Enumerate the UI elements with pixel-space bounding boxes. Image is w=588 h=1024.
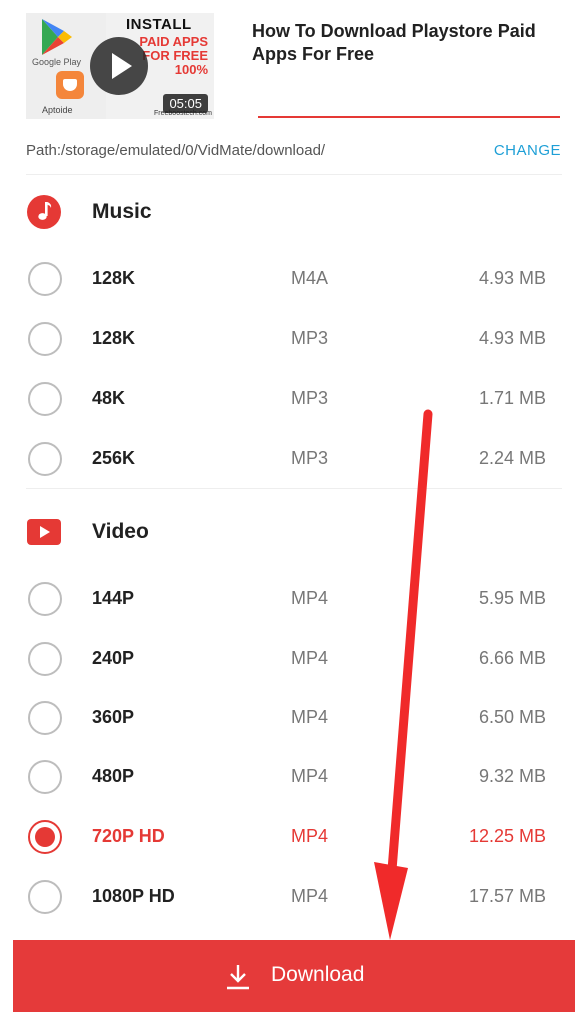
google-play-logo-icon bbox=[42, 19, 72, 55]
quality-label: 256K bbox=[92, 448, 136, 468]
video-thumbnail[interactable]: Google Play Aptoide INSTALL PAID APPS FO… bbox=[26, 13, 214, 119]
music-section-label: Music bbox=[92, 200, 152, 223]
size-label: 6.66 MB bbox=[478, 648, 546, 668]
download-path: Path:/storage/emulated/0/VidMate/downloa… bbox=[26, 142, 326, 159]
radio-button[interactable] bbox=[28, 322, 62, 356]
video-option-row[interactable]: 1080P HD MP4 17.57 MB bbox=[26, 868, 562, 928]
format-label: M4A bbox=[291, 268, 329, 288]
video-option-row[interactable]: 144P MP4 5.95 MB bbox=[26, 570, 562, 630]
size-label: 1.71 MB bbox=[478, 388, 546, 408]
size-label: 17.57 MB bbox=[468, 886, 546, 906]
size-label: 4.93 MB bbox=[478, 328, 546, 348]
radio-button[interactable] bbox=[28, 262, 62, 296]
download-label: Download bbox=[271, 963, 365, 986]
format-label: MP3 bbox=[291, 328, 329, 348]
title-underline bbox=[258, 116, 560, 118]
video-option-row[interactable]: 480P MP4 9.32 MB bbox=[26, 748, 562, 808]
video-header: Google Play Aptoide INSTALL PAID APPS FO… bbox=[0, 0, 588, 130]
format-label: MP4 bbox=[291, 648, 329, 668]
divider bbox=[26, 174, 562, 175]
format-label: MP4 bbox=[291, 707, 329, 727]
play-icon[interactable] bbox=[90, 37, 148, 95]
size-label: 4.93 MB bbox=[478, 268, 546, 288]
format-label: MP4 bbox=[291, 826, 329, 846]
divider bbox=[26, 488, 562, 489]
thumbnail-headline: INSTALL bbox=[126, 16, 192, 33]
music-option-row[interactable]: 48K MP3 1.71 MB bbox=[26, 370, 562, 430]
music-option-row[interactable]: 128K M4A 4.93 MB bbox=[26, 250, 562, 310]
format-label: MP4 bbox=[291, 588, 329, 608]
radio-button[interactable] bbox=[28, 582, 62, 616]
quality-label: 480P bbox=[92, 766, 135, 786]
music-note-icon bbox=[27, 195, 61, 229]
size-label: 12.25 MB bbox=[468, 826, 546, 846]
radio-button[interactable] bbox=[28, 760, 62, 794]
video-title: How To Download Playstore Paid Apps For … bbox=[252, 21, 536, 64]
radio-button[interactable] bbox=[28, 442, 62, 476]
change-path-button[interactable]: CHANGE bbox=[494, 142, 561, 159]
quality-label: 128K bbox=[92, 268, 136, 288]
google-play-label: Google Play bbox=[32, 57, 82, 67]
download-button[interactable]: Download bbox=[13, 940, 575, 1012]
video-option-row[interactable]: 360P MP4 6.50 MB bbox=[26, 689, 562, 749]
music-option-row[interactable]: 128K MP3 4.93 MB bbox=[26, 310, 562, 370]
download-icon bbox=[227, 965, 249, 990]
radio-button-checked[interactable] bbox=[28, 820, 62, 854]
aptoide-label: Aptoide bbox=[42, 105, 73, 115]
music-option-row[interactable]: 256K MP3 2.24 MB bbox=[26, 430, 562, 490]
size-label: 9.32 MB bbox=[478, 766, 546, 786]
radio-button[interactable] bbox=[28, 642, 62, 676]
quality-label: 720P HD bbox=[92, 826, 165, 846]
annotation-arrow-icon bbox=[374, 409, 433, 940]
format-label: MP3 bbox=[291, 388, 329, 408]
format-label: MP4 bbox=[291, 766, 329, 786]
quality-label: 360P bbox=[92, 707, 135, 727]
size-label: 2.24 MB bbox=[478, 448, 546, 468]
play-icon bbox=[27, 519, 61, 545]
format-label: MP3 bbox=[291, 448, 329, 468]
radio-button[interactable] bbox=[28, 382, 62, 416]
size-label: 6.50 MB bbox=[478, 707, 546, 727]
radio-button[interactable] bbox=[28, 880, 62, 914]
quality-label: 1080P HD bbox=[92, 886, 175, 906]
quality-label: 144P bbox=[92, 588, 135, 608]
format-label: MP4 bbox=[291, 886, 329, 906]
quality-label: 128K bbox=[92, 328, 136, 348]
video-option-row[interactable]: 240P MP4 6.66 MB bbox=[26, 630, 562, 690]
aptoide-logo-icon bbox=[56, 71, 84, 99]
quality-label: 48K bbox=[92, 388, 126, 408]
quality-label: 240P bbox=[92, 648, 135, 668]
video-duration: 05:05 bbox=[163, 94, 208, 113]
video-option-row-selected[interactable]: 720P HD MP4 12.25 MB bbox=[26, 808, 562, 868]
video-section-label: Video bbox=[92, 520, 149, 543]
size-label: 5.95 MB bbox=[478, 588, 546, 608]
radio-button[interactable] bbox=[28, 701, 62, 735]
